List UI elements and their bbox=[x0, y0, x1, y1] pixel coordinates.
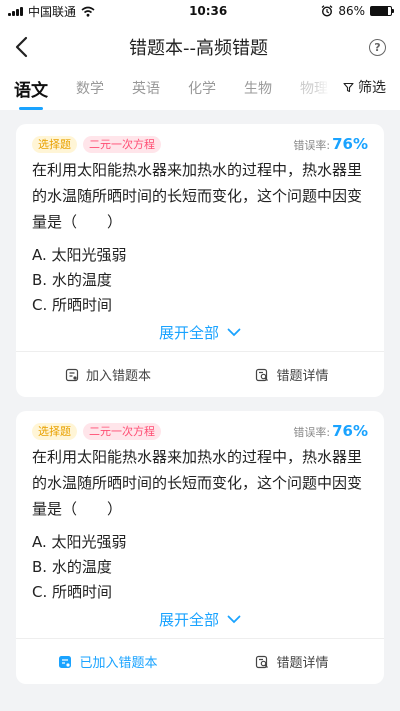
detail-search-icon bbox=[256, 368, 269, 381]
error-rate: 错误率: 76% bbox=[293, 422, 368, 440]
question-text: 在利用太阳能热水器来加热水的过程中，热水器里的水温随所晒时间的长短而变化，这个问… bbox=[32, 448, 363, 518]
question-type-tag: 选择题 bbox=[32, 422, 77, 440]
filter-button[interactable]: 筛选 bbox=[329, 72, 400, 102]
question-card: 选择题 二元一次方程 错误率: 76% 在利用太阳能热水器来加热水的过程中，热水… bbox=[16, 124, 384, 397]
chevron-down-icon bbox=[227, 615, 241, 624]
question-card: 选择题 二元一次方程 错误率: 76% 在利用太阳能热水器来加热水的过程中，热水… bbox=[16, 411, 384, 684]
error-rate-value: 76% bbox=[332, 135, 368, 153]
error-rate-value: 76% bbox=[332, 422, 368, 440]
detail-search-icon bbox=[256, 655, 269, 668]
error-rate-label: 错误率: bbox=[293, 426, 331, 439]
error-rate: 错误率: 76% bbox=[293, 135, 368, 153]
tab-math[interactable]: 数学 bbox=[76, 76, 104, 98]
error-detail-label: 错题详情 bbox=[276, 369, 329, 384]
help-circle-icon[interactable]: ? bbox=[369, 38, 386, 56]
topic-tag: 二元一次方程 bbox=[83, 135, 161, 153]
page-title: 错题本--高频错题 bbox=[129, 38, 268, 59]
option-b: B. 水的温度 bbox=[32, 271, 112, 289]
error-rate-label: 错误率: bbox=[293, 139, 331, 152]
filter-icon bbox=[343, 82, 354, 92]
chevron-down-icon bbox=[227, 328, 241, 337]
tab-biology[interactable]: 生物 bbox=[244, 76, 272, 98]
added-to-notebook-label: 已加入错题本 bbox=[79, 656, 158, 671]
add-to-notebook-label: 加入错题本 bbox=[85, 369, 151, 384]
expand-all-label: 展开全部 bbox=[158, 611, 219, 629]
question-type-tag: 选择题 bbox=[32, 135, 77, 153]
clock-time: 10:36 bbox=[189, 4, 228, 18]
option-a: A. 太阳光强弱 bbox=[32, 533, 127, 551]
option-c: C. 所晒时间 bbox=[32, 296, 113, 314]
wifi-icon bbox=[81, 6, 95, 17]
option-b: B. 水的温度 bbox=[32, 558, 112, 576]
error-detail-button[interactable]: 错题详情 bbox=[200, 365, 384, 384]
option-c: C. 所晒时间 bbox=[32, 583, 113, 601]
expand-all-label: 展开全部 bbox=[158, 324, 219, 342]
subject-tabs: 语文 数学 英语 化学 生物 物理 筛选 bbox=[0, 72, 400, 110]
filter-label: 筛选 bbox=[358, 80, 386, 96]
error-detail-button[interactable]: 错题详情 bbox=[200, 652, 384, 671]
signal-icon bbox=[8, 6, 23, 16]
option-a: A. 太阳光强弱 bbox=[32, 246, 127, 264]
notebook-add-icon bbox=[65, 368, 79, 381]
status-bar: 中国联通 10:36 86% bbox=[0, 0, 400, 22]
expand-all-button[interactable]: 展开全部 bbox=[32, 609, 368, 630]
tab-chemistry[interactable]: 化学 bbox=[188, 76, 216, 98]
add-to-notebook-button[interactable]: 加入错题本 bbox=[16, 365, 200, 384]
battery-icon bbox=[369, 6, 394, 16]
topic-tag: 二元一次方程 bbox=[83, 422, 161, 440]
question-text: 在利用太阳能热水器来加热水的过程中，热水器里的水温随所晒时间的长短而变化，这个问… bbox=[32, 161, 363, 231]
added-to-notebook-button[interactable]: 已加入错题本 bbox=[16, 652, 200, 671]
alarm-icon bbox=[321, 5, 333, 17]
notebook-added-icon bbox=[59, 655, 72, 668]
tab-chinese[interactable]: 语文 bbox=[14, 76, 48, 101]
navigation-bar: 错题本--高频错题 ? bbox=[0, 22, 400, 72]
tab-english[interactable]: 英语 bbox=[132, 76, 160, 98]
battery-percent: 86% bbox=[338, 4, 365, 18]
question-list: 选择题 二元一次方程 错误率: 76% 在利用太阳能热水器来加热水的过程中，热水… bbox=[0, 110, 400, 684]
error-detail-label: 错题详情 bbox=[276, 656, 329, 671]
tab-physics[interactable]: 物理 bbox=[300, 76, 328, 98]
back-chevron-icon[interactable] bbox=[14, 36, 28, 58]
expand-all-button[interactable]: 展开全部 bbox=[32, 322, 368, 343]
carrier-name: 中国联通 bbox=[28, 4, 77, 19]
